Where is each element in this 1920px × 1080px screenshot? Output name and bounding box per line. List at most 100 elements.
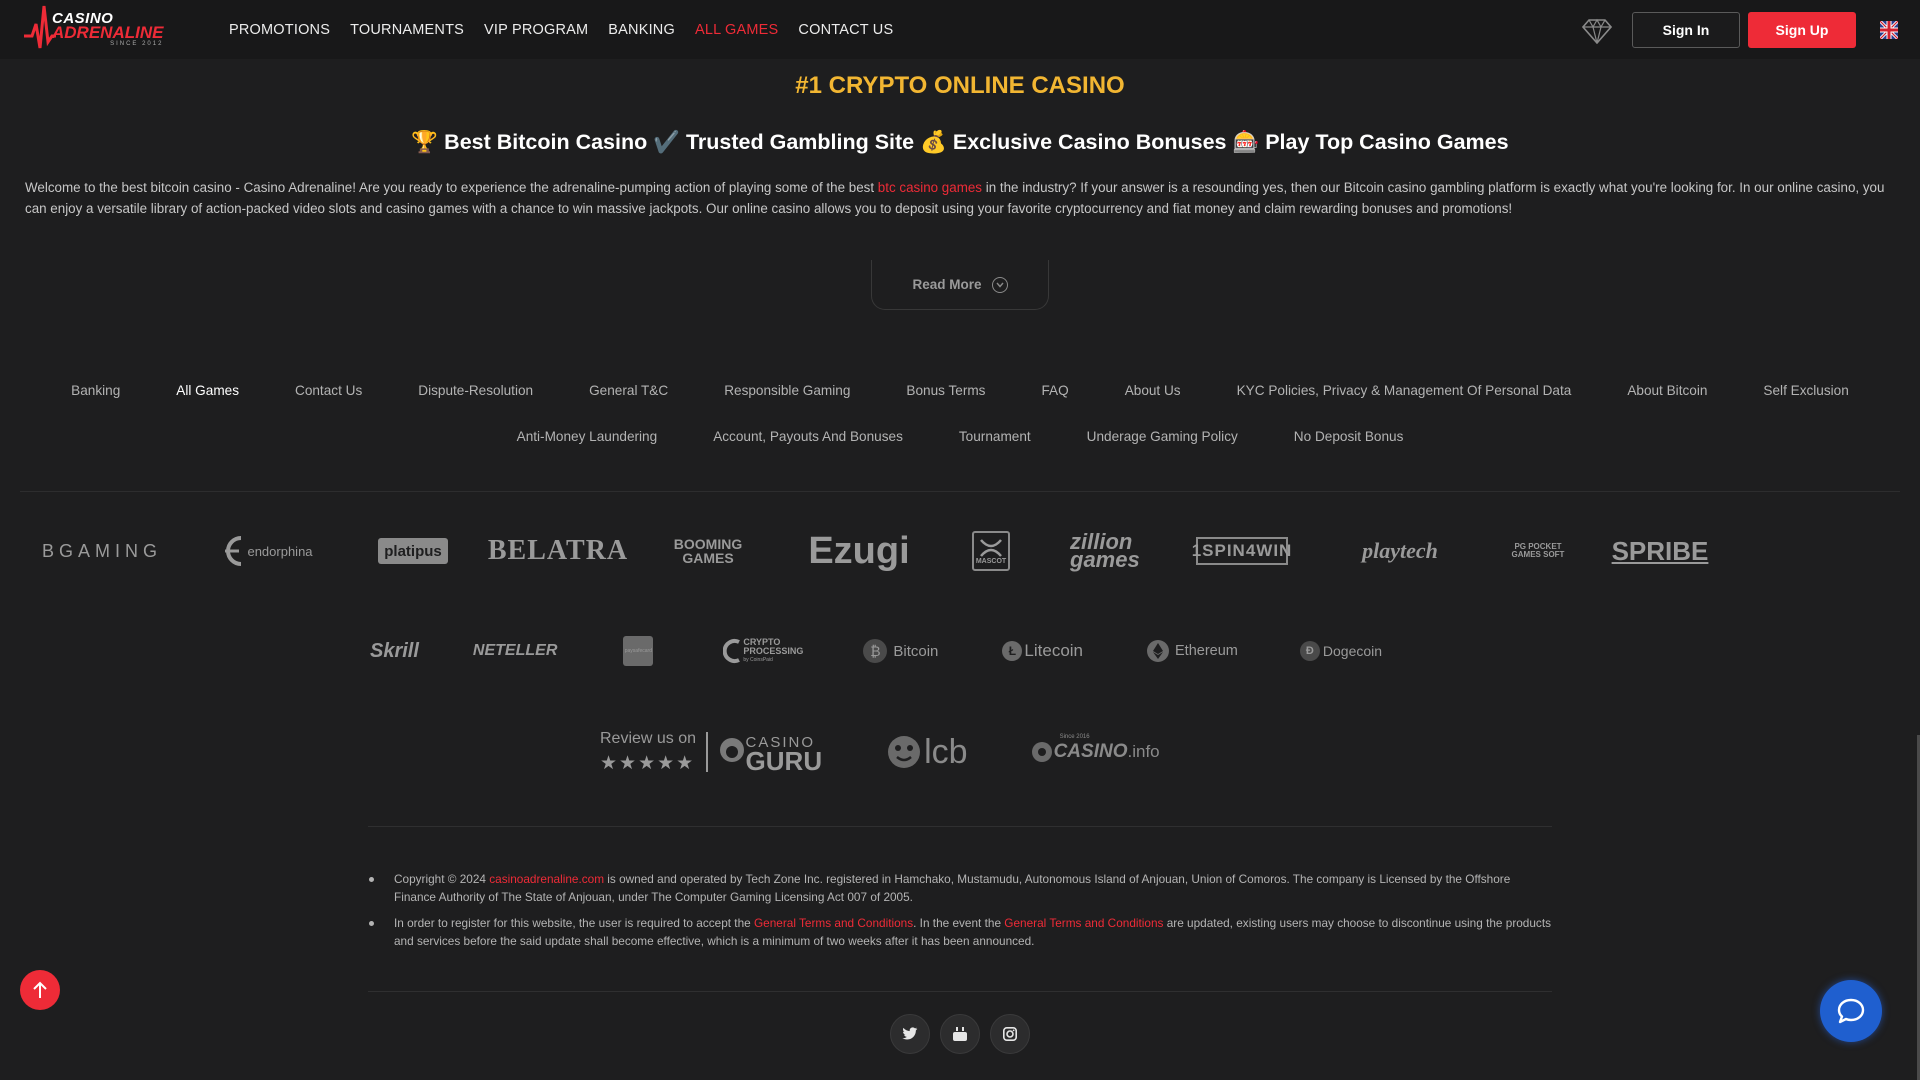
provider-mascot-logo: MASCOT	[972, 531, 1010, 571]
review-separator	[706, 732, 708, 772]
ethereum-text: Ethereum	[1175, 643, 1238, 659]
mascot-mark-icon	[980, 538, 1002, 557]
terms-notice: In order to register for this website, t…	[368, 914, 1552, 950]
legal-divider-top	[368, 826, 1552, 827]
review-sites: Review us on ★★★★★ CASINO GURU lcb Since…	[600, 728, 1160, 776]
lcb-mascot-icon	[888, 736, 921, 768]
intro-text-start: Welcome to the best bitcoin casino - Cas…	[25, 180, 878, 195]
general-terms-link-1[interactable]: General Terms and Conditions	[754, 916, 913, 930]
footer-link-bonus-terms[interactable]: Bonus Terms	[906, 383, 985, 398]
read-more-label: Read More	[912, 277, 982, 292]
diamond-icon[interactable]	[1582, 18, 1612, 44]
scroll-to-top-button[interactable]	[20, 970, 60, 1010]
payment-ethereum-logo: Ethereum	[1147, 640, 1238, 662]
lcb-text: lcb	[924, 732, 968, 771]
nav-vip-program[interactable]: VIP PROGRAM	[484, 22, 588, 38]
bitcoin-text: Bitcoin	[893, 642, 939, 660]
casino-info-tag-text: Since 2016	[1059, 734, 1090, 740]
nav-banking[interactable]: BANKING	[608, 22, 675, 38]
endorphina-mark-icon	[225, 536, 242, 566]
footer-link-tournament[interactable]: Tournament	[959, 429, 1031, 444]
hero-subtitle: 🏆 Best Bitcoin Casino ✔️ Trusted Gamblin…	[411, 130, 1509, 154]
read-more-button[interactable]: Read More	[871, 260, 1049, 310]
footer-link-underage-gaming[interactable]: Underage Gaming Policy	[1087, 429, 1238, 444]
provider-pg-soft-logo: PG POCKET GAMES SOFT	[1511, 542, 1565, 559]
page-title: #1 CRYPTO ONLINE CASINO	[795, 72, 1125, 99]
copyright-notice: Copyright © 2024 casinoadrenaline.com is…	[368, 870, 1552, 906]
payment-neteller-logo: NETELLER	[472, 642, 558, 659]
provider-spribe-logo: SPRIBE	[1611, 535, 1709, 566]
provider-platipus-logo: platipus	[378, 538, 448, 564]
dogecoin-text: Dogecoin	[1322, 643, 1383, 659]
payment-litecoin-logo: Ł Litecoin	[1002, 641, 1083, 661]
footer-link-responsible-gaming[interactable]: Responsible Gaming	[724, 383, 850, 398]
header: CASINO ADRENALINE SINCE 2012 PROMOTIONS …	[0, 0, 1920, 59]
uk-flag-icon[interactable]	[1880, 20, 1898, 39]
casino-info-chip-icon	[1031, 742, 1052, 762]
rating-stars: ★★★★★	[600, 752, 696, 774]
casino-guru-lion-icon	[719, 738, 744, 762]
litecoin-text: Litecoin	[1024, 641, 1084, 660]
live-chat-button[interactable]	[1820, 980, 1882, 1042]
footer-link-self-exclusion[interactable]: Self Exclusion	[1763, 383, 1848, 398]
nav-contact-us[interactable]: CONTACT US	[798, 22, 893, 38]
footer-links-row-1: Banking All Games Contact Us Dispute-Res…	[0, 383, 1920, 398]
header-actions: Sign In Sign Up	[1582, 11, 1898, 48]
nav-tournaments[interactable]: TOURNAMENTS	[350, 22, 464, 38]
social-links	[890, 1014, 1030, 1054]
copyright-text-start: Copyright © 2024	[394, 872, 490, 886]
footer-link-contact-us[interactable]: Contact Us	[295, 383, 362, 398]
game-providers: BGAMING endorphina platipus BELATRA BOOM…	[42, 528, 1709, 574]
lcb-review-badge[interactable]: lcb	[886, 732, 968, 772]
payment-crypto-processing-logo: CRYPTO PROCESSING by CoinsPaid	[723, 636, 804, 665]
bitcoin-icon: ₿	[863, 639, 888, 663]
dogecoin-icon: Ð	[1299, 641, 1320, 661]
crypto-processing-text: CRYPTO PROCESSING	[743, 636, 804, 656]
footer-divider	[20, 491, 1900, 492]
footer-link-all-games[interactable]: All Games	[176, 383, 239, 398]
general-terms-link-2[interactable]: General Terms and Conditions	[1004, 916, 1163, 930]
main-nav: PROMOTIONS TOURNAMENTS VIP PROGRAM BANKI…	[229, 22, 913, 38]
crypto-processing-mark-icon	[723, 639, 741, 663]
footer-link-general-tc[interactable]: General T&C	[589, 383, 668, 398]
footer-link-about-us[interactable]: About Us	[1125, 383, 1181, 398]
casino-info-review-badge[interactable]: Since 2016 CASINO .info	[1030, 734, 1160, 764]
casino-adrenaline-logo[interactable]: CASINO ADRENALINE SINCE 2012	[22, 0, 182, 59]
footer-link-kyc-policies[interactable]: KYC Policies, Privacy & Management Of Pe…	[1237, 383, 1572, 398]
youtube-icon[interactable]	[940, 1014, 980, 1054]
twitter-icon[interactable]	[890, 1014, 930, 1054]
terms-text-1: In order to register for this website, t…	[394, 916, 754, 930]
chat-bubble-icon	[1837, 998, 1865, 1024]
nav-all-games[interactable]: ALL GAMES	[695, 22, 778, 38]
footer-link-account-payouts[interactable]: Account, Payouts And Bonuses	[713, 429, 903, 444]
casinoadrenaline-link[interactable]: casinoadrenaline.com	[489, 872, 604, 886]
provider-zillion-logo: zillion games	[1070, 529, 1140, 572]
provider-booming-games-logo: BOOMING GAMES	[673, 536, 743, 566]
instagram-icon[interactable]	[990, 1014, 1030, 1054]
payment-methods: Skrill NETELLER paysafecard CRYPTO PROCE…	[370, 634, 1382, 668]
footer-link-dispute-resolution[interactable]: Dispute-Resolution	[418, 383, 533, 398]
provider-playtech-logo: playtech	[1362, 538, 1438, 563]
footer-link-no-deposit-bonus[interactable]: No Deposit Bonus	[1294, 429, 1404, 444]
casino-guru-review-badge[interactable]: Review us on ★★★★★ CASINO GURU	[600, 730, 822, 775]
review-us-on-text: Review us on	[600, 729, 697, 747]
provider-belatra-logo: BELATRA	[487, 535, 629, 566]
litecoin-icon: Ł	[1002, 641, 1023, 661]
logo-adrenaline-text: ADRENALINE	[52, 23, 164, 42]
provider-endorphina-logo: endorphina	[208, 534, 324, 568]
casino-info-suffix-text: .info	[1127, 742, 1160, 761]
arrow-up-icon	[33, 981, 47, 998]
ethereum-icon	[1147, 640, 1170, 662]
casino-guru-bottom-text: GURU	[745, 746, 823, 776]
legal-notices: Copyright © 2024 casinoadrenaline.com is…	[368, 870, 1552, 958]
footer-link-anti-money-laundering[interactable]: Anti-Money Laundering	[517, 429, 658, 444]
sign-in-button[interactable]: Sign In	[1632, 11, 1740, 48]
footer-link-faq[interactable]: FAQ	[1041, 383, 1068, 398]
footer-link-banking[interactable]: Banking	[71, 383, 120, 398]
sign-up-button[interactable]: Sign Up	[1748, 11, 1856, 48]
intro-paragraph: Welcome to the best bitcoin casino - Cas…	[25, 177, 1895, 219]
payment-bitcoin-logo: ₿ Bitcoin	[863, 639, 938, 663]
btc-casino-games-link[interactable]: btc casino games	[878, 180, 982, 195]
footer-link-about-bitcoin[interactable]: About Bitcoin	[1627, 383, 1707, 398]
nav-promotions[interactable]: PROMOTIONS	[229, 22, 330, 38]
